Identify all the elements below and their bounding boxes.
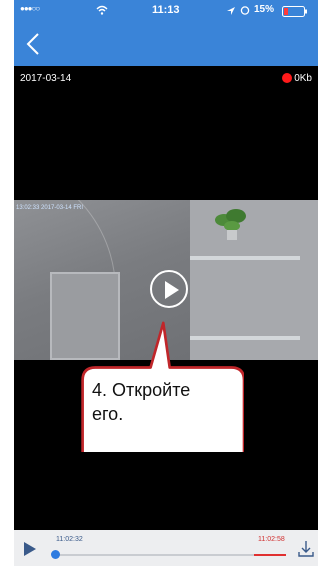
video-header-area: 2017-03-14 0Kb bbox=[14, 66, 318, 200]
back-chevron-icon[interactable] bbox=[22, 30, 46, 58]
timeline-end-segment bbox=[254, 554, 286, 556]
start-time: 11:02:32 bbox=[56, 536, 83, 543]
recording-date: 2017-03-14 bbox=[20, 73, 72, 84]
video-timestamp-overlay: 13:02:33 2017-03-14 FRI bbox=[16, 205, 84, 211]
callout-text: 4. Откройте его. bbox=[92, 378, 232, 426]
play-icon[interactable] bbox=[24, 542, 36, 556]
signal-dots: ●●●○○ bbox=[20, 4, 40, 13]
alarm-icon bbox=[240, 6, 250, 15]
download-icon[interactable] bbox=[298, 540, 314, 558]
timeline-track[interactable] bbox=[54, 554, 286, 556]
callout-line-1: 4. Откройте bbox=[92, 380, 191, 400]
instruction-callout bbox=[81, 321, 244, 452]
status-bar: ●●●○○ 11:13 15% bbox=[14, 0, 318, 22]
wifi-icon bbox=[96, 5, 108, 15]
app-frame: ●●●○○ 11:13 15% 2017-03-14 0Kb 13:02:33 … bbox=[14, 0, 318, 566]
plant-image bbox=[215, 209, 246, 240]
end-time: 11:02:58 bbox=[258, 536, 285, 543]
battery-icon bbox=[282, 6, 307, 17]
recording-indicator-icon bbox=[282, 73, 292, 83]
battery-percent: 15% bbox=[254, 4, 275, 15]
callout-line-2: его. bbox=[92, 404, 124, 424]
timeline-thumb[interactable] bbox=[51, 550, 60, 559]
clock: 11:13 bbox=[152, 4, 180, 16]
location-icon bbox=[227, 7, 235, 15]
data-rate: 0Kb bbox=[294, 73, 312, 84]
nav-bar bbox=[14, 22, 318, 66]
playback-controls: 11:02:32 11:02:58 bbox=[14, 530, 318, 566]
